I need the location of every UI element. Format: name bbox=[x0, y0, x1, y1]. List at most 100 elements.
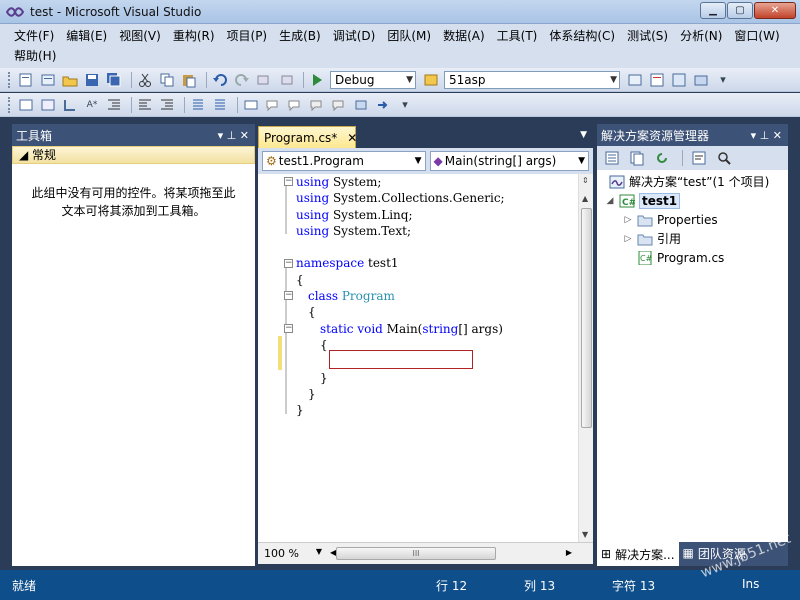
menu-architecture[interactable]: 体系结构(C) bbox=[543, 26, 621, 46]
close-tab-icon[interactable]: ✕ bbox=[347, 131, 357, 145]
close-button[interactable]: ✕ bbox=[754, 2, 796, 19]
open-file-icon[interactable] bbox=[61, 71, 79, 89]
undo-icon[interactable] bbox=[211, 71, 229, 89]
menu-team[interactable]: 团队(M) bbox=[381, 26, 437, 46]
comment-lines-icon[interactable] bbox=[189, 96, 207, 114]
collapse-toggle-icon[interactable]: − bbox=[284, 324, 293, 333]
toolbox-group-general[interactable]: ◢ 常规 bbox=[12, 146, 255, 164]
save-icon[interactable] bbox=[83, 71, 101, 89]
zoom-combo[interactable]: 100 % ▼ bbox=[258, 547, 326, 560]
save-all-icon[interactable] bbox=[105, 71, 123, 89]
vertical-scrollbar[interactable]: ⇕ ▲ ▼ bbox=[578, 174, 593, 542]
collapse-toggle-icon[interactable]: − bbox=[284, 177, 293, 186]
view-class-diagram-icon[interactable] bbox=[715, 149, 733, 167]
toolbar-options-icon[interactable]: ▾ bbox=[714, 71, 732, 89]
menu-view[interactable]: 视图(V) bbox=[113, 26, 167, 46]
paste-icon[interactable] bbox=[180, 71, 198, 89]
collapse-toggle-icon[interactable]: − bbox=[284, 291, 293, 300]
display-quick-info-icon[interactable] bbox=[61, 96, 79, 114]
member-combo[interactable]: ◆ Main(string[] args) ▼ bbox=[429, 151, 589, 171]
properties-icon[interactable] bbox=[603, 149, 621, 167]
menu-edit[interactable]: 编辑(E) bbox=[60, 26, 113, 46]
maximize-button[interactable]: ▢ bbox=[727, 2, 753, 19]
menu-window[interactable]: 窗口(W) bbox=[728, 26, 785, 46]
menu-test[interactable]: 测试(S) bbox=[621, 26, 674, 46]
scroll-right-icon[interactable]: ▶ bbox=[566, 548, 572, 557]
solution-explorer-icon[interactable] bbox=[626, 71, 644, 89]
code-keyword: using bbox=[296, 175, 330, 189]
tree-item-properties[interactable]: ▷ Properties bbox=[597, 210, 788, 229]
object-browser-icon[interactable] bbox=[670, 71, 688, 89]
tab-solution-explorer[interactable]: ⊞ 解决方案... bbox=[597, 542, 679, 566]
menu-project[interactable]: 项目(P) bbox=[221, 26, 274, 46]
copy-icon[interactable] bbox=[158, 71, 176, 89]
tree-item-references[interactable]: ▷ 引用 bbox=[597, 229, 788, 248]
cut-icon[interactable] bbox=[136, 71, 154, 89]
panel-controls[interactable]: ▾ ⊥ ✕ bbox=[751, 129, 782, 142]
properties-window-icon[interactable] bbox=[648, 71, 666, 89]
scroll-down-icon[interactable]: ▼ bbox=[582, 530, 588, 539]
display-object-member-list-icon[interactable] bbox=[17, 96, 35, 114]
type-combo[interactable]: ⚙ test1.Program ▼ bbox=[262, 151, 426, 171]
insert-mode: Ins bbox=[742, 577, 760, 591]
find-in-files-icon[interactable] bbox=[422, 71, 440, 89]
tree-item-solution[interactable]: 解决方案“test”(1 个项目) bbox=[597, 172, 788, 191]
previous-bookmark-folder-icon[interactable] bbox=[308, 96, 326, 114]
solution-configuration-combo[interactable]: Debug ▼ bbox=[330, 70, 416, 89]
show-all-files-icon[interactable] bbox=[628, 149, 646, 167]
navigate-backward-icon[interactable] bbox=[255, 71, 273, 89]
toolbar-grip[interactable] bbox=[8, 71, 11, 88]
scrollbar-thumb[interactable]: III bbox=[336, 547, 496, 560]
outdent-icon[interactable] bbox=[158, 96, 176, 114]
start-debugging-icon[interactable] bbox=[308, 71, 326, 89]
toolbar-options-icon[interactable]: ▾ bbox=[396, 96, 414, 114]
bookmark-icon[interactable] bbox=[242, 96, 260, 114]
horizontal-scrollbar[interactable]: ◀ III ▶ bbox=[330, 547, 572, 561]
menu-debug[interactable]: 调试(D) bbox=[327, 26, 382, 46]
view-code-icon[interactable] bbox=[690, 149, 708, 167]
code-editor[interactable]: − − − − using System; using System.Colle… bbox=[258, 174, 593, 542]
menu-build[interactable]: 生成(B) bbox=[273, 26, 327, 46]
collapsed-triangle-icon[interactable]: ▷ bbox=[623, 234, 633, 244]
go-to-bookmark-icon[interactable] bbox=[374, 96, 392, 114]
collapsed-triangle-icon[interactable]: ▷ bbox=[623, 215, 633, 225]
menu-file[interactable]: 文件(F) bbox=[8, 26, 60, 46]
display-word-completion-icon[interactable]: A* bbox=[83, 96, 101, 114]
toolbar-grip[interactable] bbox=[8, 96, 11, 113]
increase-indent-icon[interactable] bbox=[136, 96, 154, 114]
minimize-button[interactable]: ▁ bbox=[700, 2, 726, 19]
clear-bookmarks-icon[interactable] bbox=[352, 96, 370, 114]
split-handle-icon[interactable]: ⇕ bbox=[582, 176, 589, 185]
code-line: static void Main(string[] args) bbox=[296, 321, 576, 337]
previous-bookmark-icon[interactable] bbox=[264, 96, 282, 114]
display-parameter-info-icon[interactable] bbox=[39, 96, 57, 114]
tree-item-project[interactable]: ◢ C# test1 bbox=[597, 191, 788, 210]
next-bookmark-icon[interactable] bbox=[286, 96, 304, 114]
panel-controls[interactable]: ▾ ⊥ ✕ bbox=[218, 129, 249, 142]
menu-tools[interactable]: 工具(T) bbox=[491, 26, 544, 46]
code-line: using System.Linq; bbox=[296, 207, 576, 223]
menu-analyze[interactable]: 分析(N) bbox=[674, 26, 728, 46]
expanded-triangle-icon[interactable]: ◢ bbox=[605, 196, 615, 206]
tab-program-cs[interactable]: Program.cs* ✕ bbox=[258, 126, 357, 148]
menu-help[interactable]: 帮助(H) bbox=[8, 46, 62, 66]
next-bookmark-folder-icon[interactable] bbox=[330, 96, 348, 114]
new-project-icon[interactable] bbox=[17, 71, 35, 89]
toolbox-icon[interactable] bbox=[692, 71, 710, 89]
find-combo[interactable]: 51asp ▼ bbox=[444, 70, 620, 89]
add-item-icon[interactable] bbox=[39, 71, 57, 89]
scrollbar-thumb[interactable] bbox=[581, 208, 592, 428]
uncomment-lines-icon[interactable] bbox=[211, 96, 229, 114]
decrease-indent-icon[interactable] bbox=[105, 96, 123, 114]
active-files-dropdown-icon[interactable]: ▼ bbox=[580, 130, 587, 140]
menu-refactor[interactable]: 重构(R) bbox=[167, 26, 221, 46]
menu-data[interactable]: 数据(A) bbox=[437, 26, 491, 46]
tree-item-program-cs[interactable]: C# Program.cs bbox=[597, 248, 788, 267]
refresh-icon[interactable] bbox=[653, 149, 671, 167]
scroll-up-icon[interactable]: ▲ bbox=[582, 194, 588, 203]
configuration-value: Debug bbox=[335, 72, 375, 87]
collapse-toggle-icon[interactable]: − bbox=[284, 259, 293, 268]
navigate-forward-icon[interactable] bbox=[277, 71, 295, 89]
redo-icon[interactable] bbox=[233, 71, 251, 89]
csharp-project-icon: C# bbox=[619, 194, 636, 208]
